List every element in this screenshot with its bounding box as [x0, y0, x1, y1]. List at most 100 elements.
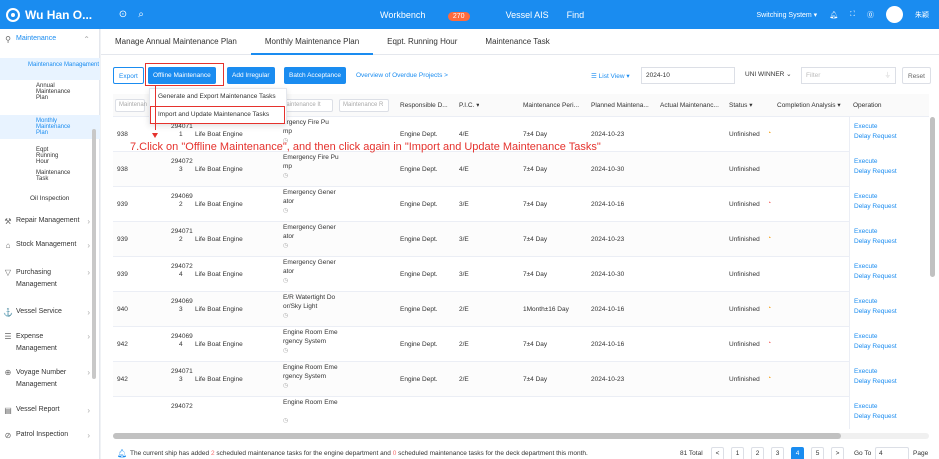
- sidebar-item-expense[interactable]: ☰ Expense Management ›: [0, 331, 100, 355]
- switching-system-menu[interactable]: Switching System ▾: [757, 11, 818, 19]
- col-completion[interactable]: Completion Analysis ▾: [777, 94, 841, 117]
- page-button-3[interactable]: 3: [771, 447, 784, 459]
- delay-request-link[interactable]: Delay Request: [854, 238, 897, 245]
- fullscreen-icon[interactable]: ⛶: [850, 11, 855, 19]
- prev-page-button[interactable]: <: [711, 447, 724, 459]
- sidebar-item-annual[interactable]: Annual Maintenance Plan: [0, 83, 100, 105]
- execute-link[interactable]: Execute: [854, 158, 878, 165]
- month-picker[interactable]: 2024-10: [641, 67, 735, 84]
- page-button-5[interactable]: 5: [811, 447, 824, 459]
- batch-acceptance-button[interactable]: Batch Acceptance: [284, 67, 347, 84]
- sidebar-item-monthly[interactable]: Monthly Maintenance Plan: [0, 115, 100, 139]
- overview-overdue-link[interactable]: Overview of Overdue Projects >: [356, 72, 448, 79]
- execute-link[interactable]: Execute: [854, 228, 878, 235]
- cell-code: 942: [117, 341, 128, 348]
- table-row[interactable]: 939 294072 4 Life Boat Engine Emergency Gene…: [113, 257, 929, 292]
- avatar[interactable]: [886, 6, 903, 23]
- workbench-link[interactable]: Workbench 270: [380, 10, 488, 21]
- execute-link[interactable]: Execute: [854, 298, 878, 305]
- col-planned[interactable]: Planned Maintena...: [591, 94, 649, 117]
- col-status[interactable]: Status ▾: [729, 94, 753, 117]
- table-row[interactable]: 942 294071 3 Life Boat Engine Engine Room Em…: [113, 362, 929, 397]
- table-row[interactable]: 938 294072 3 Life Boat Engine Emergency Fire…: [113, 152, 929, 187]
- goto-page-input[interactable]: 4: [875, 447, 909, 459]
- name-filter-input[interactable]: Maintenance R: [339, 99, 389, 112]
- sidebar-item-stock[interactable]: ⌂ Stock Management ›: [0, 241, 100, 250]
- page-button-4[interactable]: 4: [791, 447, 804, 459]
- page-button-2[interactable]: 2: [751, 447, 764, 459]
- execute-link[interactable]: Execute: [854, 368, 878, 375]
- col-pic[interactable]: P.I.C. ▾: [459, 94, 479, 117]
- table-horizontal-scrollbar[interactable]: [113, 433, 929, 439]
- list-view-toggle[interactable]: ☰ List View ▾: [591, 72, 630, 80]
- delay-request-link[interactable]: Delay Request: [854, 413, 897, 420]
- col-actual[interactable]: Actual Maintenanc...: [660, 94, 719, 117]
- sidebar-item-voyage[interactable]: ⊕ Voyage Number Management ›: [0, 367, 100, 391]
- col-period[interactable]: Maintenance Peri...: [523, 94, 579, 117]
- total-count: 81 Total: [680, 450, 703, 457]
- table-row[interactable]: 294072 Engine Room Eme ◷ Execute Delay Reque…: [113, 397, 929, 429]
- sidebar-item-eqpt[interactable]: Eqpt Running Hour: [0, 147, 100, 165]
- sidebar-item-maintenance-management[interactable]: Maintenance Management ⌃: [0, 58, 100, 80]
- execute-link[interactable]: Execute: [854, 193, 878, 200]
- sidebar-label: Maintenance: [16, 35, 57, 42]
- delay-request-link[interactable]: Delay Request: [854, 273, 897, 280]
- chevron-right-icon: ›: [87, 368, 90, 377]
- cell-period: 7±4 Day: [523, 341, 548, 348]
- tab-maintenance-task[interactable]: Maintenance Task: [471, 29, 563, 55]
- execute-link[interactable]: Execute: [854, 123, 878, 130]
- sidebar-label: Expense Management: [16, 333, 57, 352]
- tab-annual[interactable]: Manage Annual Maintenance Plan: [101, 29, 251, 55]
- delay-request-link[interactable]: Delay Request: [854, 378, 897, 385]
- sidebar-item-maintenance[interactable]: ⚲ Maintenance ⌃: [0, 35, 100, 44]
- sidebar-item-oil[interactable]: Oil Inspection: [0, 195, 100, 202]
- cell-period: 7±4 Day: [523, 166, 548, 173]
- app-logo[interactable]: Wu Han O...: [0, 7, 114, 22]
- delay-request-link[interactable]: Delay Request: [854, 343, 897, 350]
- cell-name-line2: mp: [283, 128, 293, 135]
- sidebar-item-vessel-service[interactable]: ⚓ Vessel Service ›: [0, 308, 100, 317]
- filter-input[interactable]: Filter ⏚: [801, 67, 896, 84]
- user-name[interactable]: 朱颖: [915, 10, 929, 20]
- col-responsible[interactable]: Responsible D...: [400, 94, 448, 117]
- table-vertical-scrollbar[interactable]: [930, 117, 935, 277]
- add-irregular-button[interactable]: Add Irregular: [227, 67, 275, 84]
- pending-icon: ◔: [767, 130, 772, 137]
- bell-icon[interactable]: 🔔︎: [829, 11, 838, 19]
- reset-button[interactable]: Reset: [902, 67, 931, 84]
- collapse-icon[interactable]: ⊙: [114, 9, 132, 20]
- top-nav: Workbench 270 Vessel AIS Find: [380, 0, 602, 29]
- scrollbar-thumb[interactable]: [113, 433, 841, 439]
- sidebar-scrollbar[interactable]: [92, 129, 96, 379]
- vessel-ais-link[interactable]: Vessel AIS: [506, 10, 549, 20]
- delay-request-link[interactable]: Delay Request: [854, 203, 897, 210]
- execute-link[interactable]: Execute: [854, 333, 878, 340]
- maintenance-filter-input[interactable]: Maintenan: [115, 99, 147, 112]
- cell-department: Engine Dept.: [400, 271, 438, 278]
- delay-request-link[interactable]: Delay Request: [854, 168, 897, 175]
- generate-export-tasks-item[interactable]: Generate and Export Maintenance Tasks: [158, 93, 276, 100]
- search-icon[interactable]: ⌕: [132, 9, 150, 20]
- table-row[interactable]: 939 294071 2 Life Boat Engine Emergency Gene…: [113, 222, 929, 257]
- tab-monthly[interactable]: Monthly Maintenance Plan: [250, 29, 374, 55]
- sidebar-item-repair[interactable]: ⚒ Repair Management ›: [0, 217, 100, 226]
- next-page-button[interactable]: >: [831, 447, 844, 459]
- sidebar-item-purchasing[interactable]: ▽ Purchasing Management ›: [0, 267, 100, 291]
- page-button-1[interactable]: 1: [731, 447, 744, 459]
- find-link[interactable]: Find: [567, 10, 585, 20]
- delay-request-link[interactable]: Delay Request: [854, 308, 897, 315]
- tab-running-hour[interactable]: Eqpt. Running Hour: [373, 29, 471, 55]
- ship-select[interactable]: UNI WINNER ⌄: [741, 67, 801, 84]
- help-icon[interactable]: ⓪: [867, 10, 874, 20]
- table-row[interactable]: 940 294069 3 Life Boat Engine E/R Watertight…: [113, 292, 929, 327]
- delay-request-link[interactable]: Delay Request: [854, 133, 897, 140]
- sidebar-item-vessel-report[interactable]: ▤ Vessel Report ›: [0, 406, 100, 415]
- export-button[interactable]: Export: [113, 67, 144, 84]
- table-row[interactable]: 939 294069 2 Life Boat Engine Emergency Gene…: [113, 187, 929, 222]
- execute-link[interactable]: Execute: [854, 403, 878, 410]
- table-row[interactable]: 942 294069 4 Life Boat Engine Engine Room Em…: [113, 327, 929, 362]
- execute-link[interactable]: Execute: [854, 263, 878, 270]
- sidebar-item-task[interactable]: Maintenance Task: [0, 170, 100, 186]
- sidebar-item-patrol[interactable]: ⊘ Patrol Inspection ›: [0, 431, 100, 440]
- item-filter-input[interactable]: laintenance It: [281, 99, 333, 112]
